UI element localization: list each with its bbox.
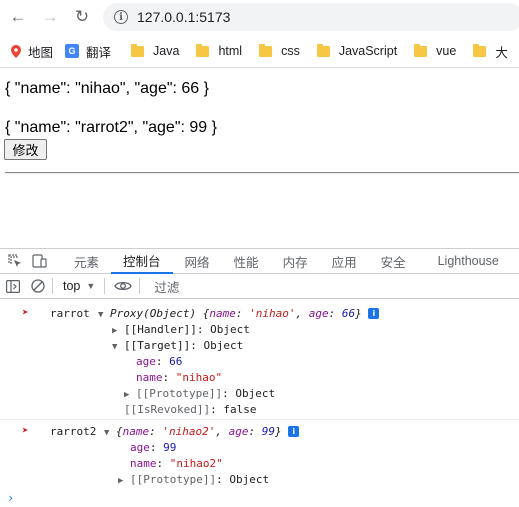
browser-toolbar: ← → ↻ i 127.0.0.1:5173 xyxy=(0,0,519,34)
divider xyxy=(104,278,106,294)
inspect-element-icon[interactable] xyxy=(6,253,23,270)
back-arrow-icon[interactable]: ← xyxy=(2,1,34,33)
device-toolbar-icon[interactable] xyxy=(31,253,48,270)
console-prompt[interactable]: › xyxy=(7,491,14,505)
bookmark-html[interactable]: html xyxy=(196,39,242,63)
console-output: ➤ rarrot ▼ Proxy(Object) {name: 'nihao',… xyxy=(0,300,519,507)
tab-memory[interactable]: 内存 xyxy=(271,249,320,274)
devtools-tab-strip: 元素 控制台 网络 性能 内存 应用 安全 Lighthouse xyxy=(0,248,519,274)
folder-icon xyxy=(414,43,428,57)
forward-arrow-icon[interactable]: → xyxy=(34,1,66,33)
collapse-triangle-icon[interactable]: ▼ xyxy=(98,310,103,320)
reload-icon[interactable]: ↻ xyxy=(66,1,98,33)
bookmark-java[interactable]: Java xyxy=(131,39,179,63)
bookmark-more[interactable]: 大 xyxy=(473,39,508,63)
tree-row-prototype[interactable]: ▶ [[Prototype]]: Object xyxy=(118,472,269,487)
tab-console[interactable]: 控制台 xyxy=(111,249,173,274)
divider xyxy=(52,278,53,294)
sidebar-toggle-icon[interactable] xyxy=(5,278,21,294)
clear-console-icon[interactable] xyxy=(30,278,46,294)
console-filter-bar: top ▼ 过滤 xyxy=(0,274,519,299)
bookmarks-bar: 地图 G 翻译 Java html css JavaScript vue 大 xyxy=(0,37,519,65)
tree-row-age: age: 99 xyxy=(130,441,177,454)
tree-row-revoked: [[IsRevoked]]: false xyxy=(124,403,257,416)
console-label: rarrot xyxy=(50,307,90,320)
rocket-emoji-icon: ➤ xyxy=(22,424,29,437)
object-summary[interactable]: ▼ Proxy(Object) {name: 'nihao', age: 66}… xyxy=(98,306,380,321)
tree-row-handler[interactable]: ▶ [[Handler]]: Object xyxy=(112,322,250,337)
object-text-2: { "name": "rarrot2", "age": 99 } xyxy=(5,119,217,136)
address-bar[interactable]: i 127.0.0.1:5173 xyxy=(103,3,519,31)
divider xyxy=(139,278,141,294)
google-translate-icon: G xyxy=(65,44,80,58)
rocket-emoji-icon: ➤ xyxy=(22,306,29,319)
tree-row-target[interactable]: ▼ [[Target]]: Object xyxy=(112,338,243,353)
message-divider xyxy=(0,419,519,420)
tab-network[interactable]: 网络 xyxy=(173,249,222,274)
tab-performance[interactable]: 性能 xyxy=(222,249,271,274)
url-text: 127.0.0.1:5173 xyxy=(137,9,231,25)
tree-row-prototype[interactable]: ▶ [[Prototype]]: Object xyxy=(124,386,275,401)
folder-icon xyxy=(473,43,487,57)
site-info-icon[interactable]: i xyxy=(114,10,128,24)
tree-row-age: age: 66 xyxy=(136,355,183,368)
tab-security[interactable]: 安全 xyxy=(369,249,418,274)
console-filter-input[interactable]: 过滤 xyxy=(154,277,179,296)
bookmark-css[interactable]: css xyxy=(259,39,300,63)
console-label: rarrot2 xyxy=(50,425,97,438)
object-text-1: { "name": "nihao", "age": 66 } xyxy=(5,80,209,97)
live-expression-eye-icon[interactable] xyxy=(113,278,133,294)
edit-button[interactable]: 修改 xyxy=(4,139,47,160)
folder-icon xyxy=(131,43,145,57)
horizontal-rule xyxy=(5,172,519,174)
object-summary[interactable]: ▼ {name: 'nihao2', age: 99} i xyxy=(104,424,300,439)
bookmark-translate[interactable]: G 翻译 xyxy=(65,39,111,63)
bookmark-vue[interactable]: vue xyxy=(414,39,456,63)
page-content: { "name": "nihao", "age": 66 } { "name":… xyxy=(0,68,519,248)
tab-application[interactable]: 应用 xyxy=(320,249,369,274)
info-badge-icon[interactable]: i xyxy=(288,426,300,437)
tree-row-name: name: "nihao" xyxy=(136,371,223,384)
context-label: top xyxy=(63,279,81,293)
context-selector[interactable]: top ▼ xyxy=(63,279,95,293)
folder-icon xyxy=(259,43,273,57)
collapse-triangle-icon[interactable]: ▼ xyxy=(104,428,109,438)
folder-icon xyxy=(316,43,330,57)
bookmark-map[interactable]: 地图 xyxy=(0,39,53,63)
tree-row-name: name: "nihao2" xyxy=(130,457,223,470)
dropdown-caret-icon: ▼ xyxy=(86,281,96,291)
bookmark-javascript[interactable]: JavaScript xyxy=(316,39,397,63)
map-pin-icon xyxy=(11,44,21,58)
folder-icon xyxy=(196,43,210,57)
info-badge-icon[interactable]: i xyxy=(368,308,380,319)
tab-lighthouse[interactable]: Lighthouse xyxy=(418,249,511,274)
tab-elements[interactable]: 元素 xyxy=(62,249,111,274)
